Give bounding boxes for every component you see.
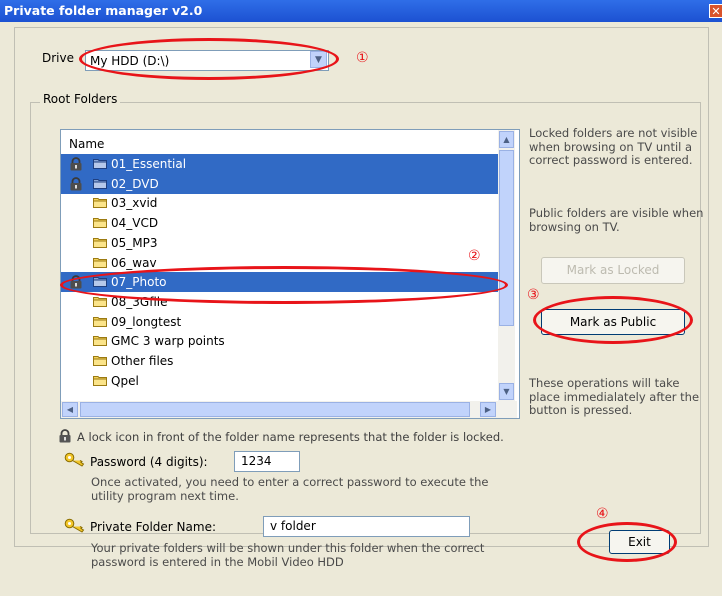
callout-ellipse-exit <box>577 522 677 562</box>
folder-name: Other files <box>111 354 174 368</box>
vertical-scroll-thumb[interactable] <box>499 150 514 326</box>
lock-icon <box>70 176 82 191</box>
callout-ellipse-drive <box>79 38 339 80</box>
folder-name: 09_longtest <box>111 314 182 329</box>
drive-label: Drive <box>42 51 74 65</box>
folder-icon <box>93 296 107 307</box>
folder-name: 04_VCD <box>111 216 159 231</box>
callout-ellipse-folder <box>60 266 508 304</box>
horizontal-scroll-thumb[interactable] <box>80 402 470 417</box>
folder-name: Qpel <box>111 373 139 388</box>
folder-row[interactable]: 03_xvid <box>61 193 498 213</box>
folder-icon <box>93 375 107 386</box>
folder-row[interactable]: Qpel <box>61 371 498 391</box>
close-icon[interactable]: ✕ <box>709 4 722 18</box>
folder-icon <box>93 218 107 229</box>
locked-folders-info: Locked folders are not visible when brow… <box>529 126 698 167</box>
folder-row[interactable]: GMC 3 warp points <box>61 331 498 351</box>
folder-icon <box>93 257 107 268</box>
folder-row[interactable]: 05_MP3 <box>61 233 498 253</box>
password-label: Password (4 digits): <box>90 455 208 469</box>
password-note: Once activated, you need to enter a corr… <box>91 475 489 503</box>
callout-number-3: ③ <box>527 287 540 303</box>
folder-icon <box>93 316 107 327</box>
column-header-name[interactable]: Name <box>69 137 104 151</box>
window-title: Private folder manager v2.0 <box>4 3 203 18</box>
private-folder-name-label: Private Folder Name: <box>90 520 216 534</box>
scroll-right-icon[interactable]: ▶ <box>480 402 496 417</box>
folder-name: 01_Essential <box>111 157 187 171</box>
operations-info: These operations will take place immedia… <box>529 376 700 417</box>
private-folder-name-input[interactable]: v folder <box>263 516 470 537</box>
lock-icon <box>70 157 82 171</box>
folder-name: 05_MP3 <box>111 235 158 250</box>
lock-icon <box>59 429 71 443</box>
folder-row[interactable]: 02_DVD <box>61 173 498 194</box>
folder-row[interactable]: 01_Essential <box>61 154 498 174</box>
folder-name: GMC 3 warp points <box>111 334 225 349</box>
callout-ellipse-mark-public <box>533 296 693 344</box>
folder-icon <box>93 356 107 366</box>
folder-name: 06_wav <box>111 255 157 270</box>
folder-row[interactable]: 09_longtest <box>61 312 498 332</box>
root-folders-label: Root Folders <box>40 92 121 106</box>
folder-icon <box>93 336 107 347</box>
mark-as-locked-button[interactable]: Mark as Locked <box>541 257 685 284</box>
folder-icon <box>93 178 107 189</box>
key-icon <box>64 518 85 533</box>
folder-icon <box>93 198 107 209</box>
folder-icon <box>93 159 107 169</box>
scroll-down-icon[interactable]: ▼ <box>499 383 514 400</box>
lock-legend-text: A lock icon in front of the folder name … <box>77 430 504 444</box>
key-icon <box>64 452 85 467</box>
callout-number-1: ① <box>356 50 369 66</box>
scroll-left-icon[interactable]: ◀ <box>62 402 78 417</box>
folder-icon <box>93 237 107 248</box>
password-input[interactable]: 1234 <box>234 451 300 472</box>
public-folders-info: Public folders are visible when browsing… <box>529 206 704 234</box>
callout-number-4: ④ <box>596 506 609 522</box>
callout-number-2: ② <box>468 248 481 264</box>
folder-row[interactable]: 04_VCD <box>61 213 498 233</box>
scroll-up-icon[interactable]: ▲ <box>499 131 514 148</box>
folder-name: 03_xvid <box>111 196 158 211</box>
folder-row[interactable]: Other files <box>61 351 498 371</box>
private-folder-note: Your private folders will be shown under… <box>91 541 485 569</box>
folder-name: 02_DVD <box>111 176 159 191</box>
